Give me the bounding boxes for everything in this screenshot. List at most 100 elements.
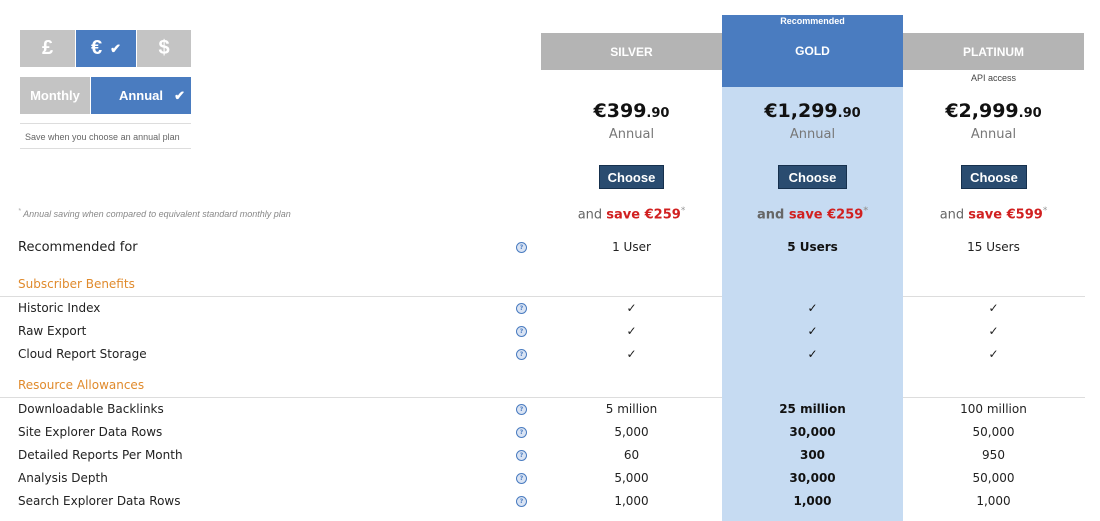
- feature-check: ✓: [626, 324, 637, 338]
- feature-check: ✓: [807, 347, 818, 361]
- footnote-marker: *: [18, 206, 21, 215]
- recommended-badge: Recommended: [780, 16, 845, 26]
- help-icon[interactable]: ?: [516, 427, 527, 438]
- feature-check: ✓: [807, 301, 818, 315]
- footnote-text: Annual saving when compared to equivalen…: [23, 209, 291, 219]
- saving-amount: save €599: [968, 207, 1043, 223]
- feature-value: 100 million: [960, 402, 1027, 416]
- help-icon[interactable]: ?: [516, 242, 527, 253]
- period-platinum: Annual: [970, 127, 1017, 142]
- price-gold: €1,299.90: [722, 100, 903, 122]
- billing-monthly-button[interactable]: Monthly: [20, 77, 90, 114]
- platinum-note: API access: [970, 73, 1017, 83]
- choose-silver-button[interactable]: Choose: [599, 165, 664, 189]
- feature-check: ✓: [988, 301, 999, 315]
- feature-value: 300: [799, 448, 826, 462]
- feature-label: Downloadable Backlinks: [18, 402, 164, 416]
- feature-value: 5 million: [605, 402, 658, 416]
- saving-platinum: and save €599*: [903, 206, 1084, 222]
- saving-amount: save €259: [788, 207, 864, 223]
- saving-gold: and save €259*: [722, 206, 903, 222]
- saving-prefix: and: [756, 207, 785, 223]
- period-gold: Annual: [789, 127, 836, 142]
- recommended-silver: 1 User: [612, 240, 651, 254]
- feature-check: ✓: [626, 301, 637, 315]
- check-icon: ✔: [110, 40, 122, 56]
- feature-label: Historic Index: [18, 301, 101, 315]
- feature-value: 1,000: [614, 494, 649, 508]
- price-cents: .90: [1018, 106, 1042, 121]
- feature-value: 50,000: [972, 425, 1015, 439]
- feature-value: 30,000: [789, 425, 836, 439]
- plan-name-gold: GOLD: [795, 44, 830, 58]
- currency-eur-label: €: [90, 37, 103, 59]
- saving-prefix: and: [577, 207, 603, 223]
- divider: [903, 397, 1085, 398]
- divider: [0, 397, 722, 398]
- price-silver: €399.90: [541, 100, 722, 122]
- feature-value: 5,000: [614, 425, 649, 439]
- choose-platinum-button[interactable]: Choose: [961, 165, 1027, 189]
- feature-check: ✓: [988, 347, 999, 361]
- period-silver: Annual: [608, 127, 655, 142]
- feature-value: 50,000: [972, 471, 1015, 485]
- choose-gold-button[interactable]: Choose: [778, 165, 847, 189]
- saving-marker: *: [863, 206, 869, 216]
- feature-value: 30,000: [789, 471, 836, 485]
- plan-header-silver: SILVER: [541, 33, 722, 70]
- billing-annual-button[interactable]: Annual ✔: [90, 77, 191, 114]
- currency-usd-button[interactable]: $: [137, 30, 191, 67]
- plan-name-platinum: PLATINUM: [962, 44, 1025, 59]
- feature-check: ✓: [807, 324, 818, 338]
- price-platinum: €2,999.90: [903, 100, 1084, 122]
- feature-value: 60: [623, 448, 640, 462]
- plan-name-silver: SILVER: [610, 44, 653, 59]
- help-icon[interactable]: ?: [516, 473, 527, 484]
- feature-label: Analysis Depth: [18, 471, 108, 485]
- recommended-platinum: 15 Users: [967, 240, 1020, 254]
- feature-label: Search Explorer Data Rows: [18, 494, 181, 508]
- annual-save-note: Save when you choose an annual plan: [20, 123, 191, 149]
- feature-check: ✓: [988, 324, 999, 338]
- feature-label: Raw Export: [18, 324, 87, 338]
- currency-eur-button[interactable]: € ✔: [75, 30, 137, 67]
- price-main: €1,299: [764, 100, 838, 122]
- currency-usd-label: $: [158, 37, 170, 59]
- feature-label: Site Explorer Data Rows: [18, 425, 163, 439]
- plan-header-platinum: PLATINUM: [903, 33, 1084, 70]
- saving-silver: and save €259*: [541, 206, 722, 222]
- billing-annual-label: Annual: [118, 88, 164, 103]
- saving-prefix: and: [939, 207, 965, 223]
- feature-value: 1,000: [793, 494, 832, 508]
- divider: [0, 296, 722, 297]
- feature-label: Detailed Reports Per Month: [18, 448, 183, 462]
- section-title-subscriber-benefits: Subscriber Benefits: [18, 277, 135, 291]
- help-icon[interactable]: ?: [516, 450, 527, 461]
- help-icon[interactable]: ?: [516, 404, 527, 415]
- saving-marker: *: [680, 206, 686, 216]
- feature-value: 1,000: [976, 494, 1011, 508]
- saving-amount: save €259: [606, 207, 681, 223]
- feature-check: ✓: [626, 347, 637, 361]
- currency-gbp-button[interactable]: £: [20, 30, 75, 67]
- price-cents: .90: [837, 106, 861, 121]
- check-icon: ✔: [174, 88, 185, 103]
- section-title-resource-allowances: Resource Allowances: [18, 378, 145, 392]
- feature-value: 950: [982, 448, 1005, 462]
- help-icon[interactable]: ?: [516, 349, 527, 360]
- price-main: €2,999: [945, 100, 1019, 122]
- divider: [903, 296, 1085, 297]
- help-icon[interactable]: ?: [516, 303, 527, 314]
- billing-monthly-label: Monthly: [30, 88, 80, 103]
- feature-label: Cloud Report Storage: [18, 347, 147, 361]
- saving-footnote: * Annual saving when compared to equival…: [18, 206, 291, 219]
- help-icon[interactable]: ?: [516, 496, 527, 507]
- recommended-for-label: Recommended for: [18, 240, 138, 255]
- help-icon[interactable]: ?: [516, 326, 527, 337]
- currency-gbp-label: £: [41, 37, 54, 59]
- feature-value: 25 million: [779, 402, 846, 416]
- price-cents: .90: [646, 106, 670, 121]
- recommended-gold: 5 Users: [787, 240, 838, 254]
- price-main: €399: [593, 100, 647, 122]
- feature-value: 5,000: [614, 471, 649, 485]
